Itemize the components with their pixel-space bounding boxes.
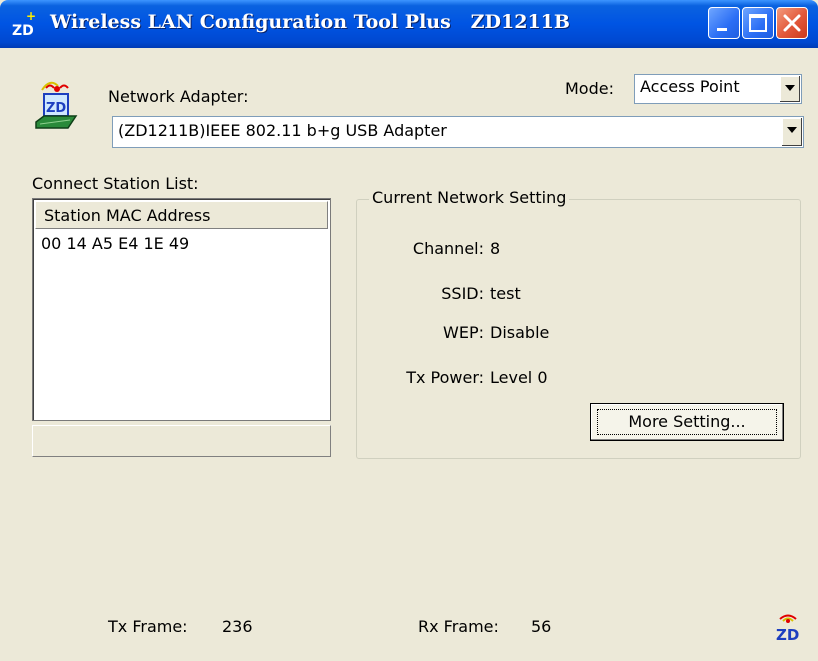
close-icon (783, 14, 801, 32)
title-bar[interactable]: ZD + Wireless LAN Configuration Tool Plu… (0, 0, 818, 48)
maximize-icon (749, 14, 767, 32)
station-list[interactable]: Station MAC Address 00 14 A5 E4 1E 49 (32, 198, 331, 421)
tx-frame-value: 236 (222, 617, 253, 636)
column-header-station-mac[interactable]: Station MAC Address (35, 201, 328, 229)
more-setting-button-label: More Setting... (628, 412, 746, 431)
adapter-icon: ZD (35, 81, 78, 129)
ssid-label: SSID: (441, 284, 484, 303)
minimize-icon (717, 28, 727, 31)
network-adapter-select[interactable]: (ZD1211B)IEEE 802.11 b+g USB Adapter (112, 116, 804, 148)
wireless-app-icon: ZD + (12, 10, 36, 38)
rx-frame-value: 56 (531, 617, 552, 636)
adapter-dropdown-arrow-icon[interactable] (781, 118, 802, 146)
wep-label: WEP: (443, 323, 484, 342)
window-title: Wireless LAN Configuration Tool Plus ZD1… (50, 11, 570, 33)
wep-value: Disable (490, 323, 550, 342)
ssid-value: test (490, 284, 521, 303)
maximize-button[interactable] (742, 7, 774, 39)
station-list-footer-bar[interactable] (32, 425, 331, 457)
tx-power-label: Tx Power: (406, 368, 484, 387)
mode-dropdown-arrow-icon[interactable] (779, 76, 800, 102)
channel-label: Channel: (412, 239, 484, 258)
zd-logo-icon: ZD (776, 614, 799, 644)
channel-value: 8 (490, 239, 501, 258)
mode-select[interactable]: Access Point (634, 74, 802, 104)
rx-frame-label: Rx Frame: (418, 617, 499, 636)
more-setting-button[interactable]: More Setting... (590, 403, 784, 441)
mode-label: Mode: (565, 79, 614, 98)
current-network-setting-title: Current Network Setting (369, 188, 570, 207)
svg-text:ZD: ZD (46, 101, 66, 116)
svg-text:ZD: ZD (12, 23, 34, 38)
list-item[interactable]: 00 14 A5 E4 1E 49 (41, 234, 189, 253)
tx-frame-label: Tx Frame: (108, 617, 188, 636)
svg-text:ZD: ZD (776, 626, 799, 644)
connect-station-list-label: Connect Station List: (32, 174, 199, 193)
network-adapter-value: (ZD1211B)IEEE 802.11 b+g USB Adapter (118, 121, 447, 140)
app-window: ZD + Wireless LAN Configuration Tool Plu… (0, 0, 818, 661)
mode-value: Access Point (640, 77, 740, 96)
close-button[interactable] (776, 7, 808, 39)
minimize-button[interactable] (708, 7, 740, 39)
svg-text:+: + (26, 10, 36, 23)
tx-power-value: Level 0 (490, 368, 548, 387)
network-adapter-label: Network Adapter: (108, 87, 249, 106)
